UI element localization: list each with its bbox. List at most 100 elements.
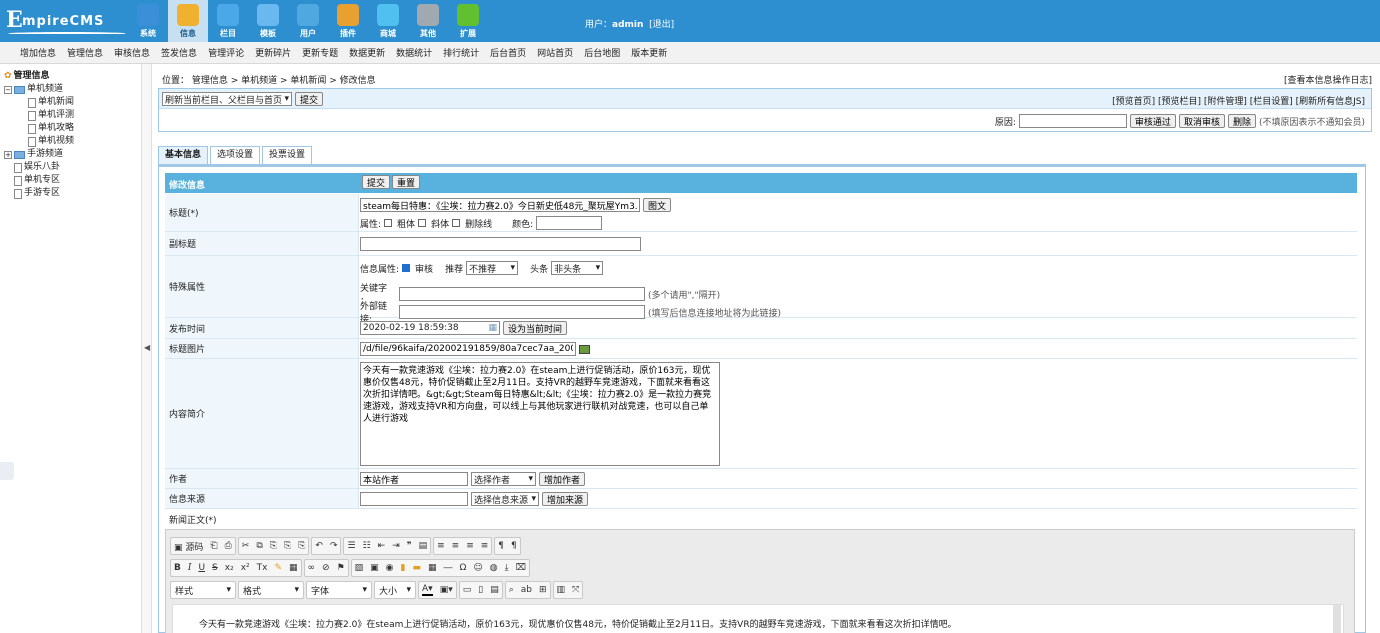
set-now-button[interactable]: 设为当前时间 bbox=[503, 321, 568, 335]
bold-icon[interactable]: B bbox=[174, 563, 181, 573]
author-select[interactable]: 选择作者 ▾ bbox=[471, 472, 536, 486]
anchor-flag-icon[interactable]: ⚑ bbox=[337, 563, 345, 573]
tree-item[interactable]: − 单机频道 bbox=[4, 83, 74, 96]
numbered-list-icon[interactable]: ☰ bbox=[347, 541, 355, 551]
sub-nav-item[interactable]: 网站首页 bbox=[537, 46, 573, 59]
tree-item[interactable]: 单机视频 bbox=[4, 135, 74, 148]
bullet-list-icon[interactable]: ☷ bbox=[363, 541, 371, 551]
sub-nav-item[interactable]: 更新碎片 bbox=[255, 46, 291, 59]
top-nav-item[interactable]: 系统 bbox=[128, 0, 168, 42]
table-icon[interactable]: ▦ bbox=[428, 563, 437, 573]
subtitle-input[interactable] bbox=[360, 237, 641, 251]
source-input[interactable] bbox=[360, 492, 468, 506]
rtl-icon[interactable]: ¶ bbox=[511, 541, 517, 551]
blank-page-icon[interactable]: ▯ bbox=[478, 585, 483, 595]
author-input[interactable] bbox=[360, 472, 468, 486]
cancel-audit-button[interactable]: 取消审核 bbox=[1178, 114, 1225, 128]
source-select[interactable]: 选择信息来源 ▾ bbox=[471, 492, 539, 506]
hr-icon[interactable]: ― bbox=[444, 563, 453, 573]
color-input[interactable] bbox=[536, 216, 603, 230]
blockquote-icon[interactable]: ❞ bbox=[407, 541, 412, 551]
bold-checkbox[interactable] bbox=[384, 219, 393, 227]
iframe-icon[interactable]: ◍ bbox=[490, 563, 498, 573]
flash-icon[interactable]: ▣ bbox=[370, 563, 379, 573]
italic-icon[interactable]: I bbox=[188, 563, 192, 573]
sub-nav-item[interactable]: 数据更新 bbox=[349, 46, 385, 59]
superscript-icon[interactable]: x² bbox=[241, 563, 250, 573]
top-nav-item[interactable]: 其他 bbox=[408, 0, 448, 42]
form-reset-button[interactable]: 重置 bbox=[392, 175, 421, 189]
extlink-input[interactable] bbox=[399, 305, 645, 319]
size-combo[interactable]: 大小 ▾ bbox=[374, 581, 416, 599]
align-justify-icon[interactable]: ≡ bbox=[481, 541, 489, 551]
form-submit-button[interactable]: 提交 bbox=[362, 175, 391, 189]
tree-item[interactable]: 单机攻略 bbox=[4, 122, 74, 135]
tree-item[interactable]: 单机评测 bbox=[4, 109, 74, 122]
editor-body[interactable]: 今天有一款竞速游戏《尘埃：拉力赛2.0》在steam上进行促销活动，原价163元… bbox=[172, 604, 1344, 633]
outdent-icon[interactable]: ⇤ bbox=[378, 541, 386, 551]
tree-root[interactable]: ✿ 管理信息 bbox=[4, 70, 74, 83]
sub-nav-item[interactable]: 版本更新 bbox=[631, 46, 667, 59]
media-icon[interactable]: ◉ bbox=[386, 563, 394, 573]
sub-nav-item[interactable]: 排行统计 bbox=[443, 46, 479, 59]
tab-item[interactable]: 基本信息 bbox=[158, 146, 209, 164]
tree-toggle-icon[interactable]: + bbox=[4, 150, 12, 159]
editor-body-text[interactable]: 今天有一款竞速游戏《尘埃：拉力赛2.0》在steam上进行促销活动，原价163元… bbox=[199, 617, 957, 630]
logout-link[interactable]: [退出] bbox=[649, 20, 674, 30]
font-combo[interactable]: 字体 ▾ bbox=[306, 581, 372, 599]
folder-icon[interactable]: ▬ bbox=[412, 563, 421, 573]
fullscreen-icon[interactable]: ⤧ bbox=[572, 585, 579, 595]
preview-icon[interactable]: ⎗ bbox=[210, 541, 217, 551]
top-nav-item[interactable]: 商城 bbox=[368, 0, 408, 42]
tree-item[interactable]: 手游专区 bbox=[4, 187, 74, 200]
style-combo[interactable]: 样式 ▾ bbox=[170, 581, 236, 599]
sub-nav-item[interactable]: 管理评论 bbox=[208, 46, 244, 59]
headline-select[interactable]: 非头条 ▾ bbox=[551, 261, 604, 275]
find-icon[interactable]: ⌕ bbox=[509, 585, 514, 595]
cut-icon[interactable]: ✂ bbox=[242, 541, 250, 551]
maximize-window-icon[interactable]: ▭ bbox=[463, 585, 472, 595]
format-combo[interactable]: 格式 ▾ bbox=[238, 581, 304, 599]
pubtime-input[interactable]: 2020-02-19 18:59:38 ▦ bbox=[360, 321, 500, 335]
top-nav-item[interactable]: 扩展 bbox=[448, 0, 488, 42]
refresh-submit-button[interactable]: 提交 bbox=[295, 92, 324, 106]
sub-nav-item[interactable]: 增加信息 bbox=[20, 46, 56, 59]
sub-nav-item[interactable]: 更新专题 bbox=[302, 46, 338, 59]
redo-icon[interactable]: ↷ bbox=[330, 541, 338, 551]
replace-icon[interactable]: ab bbox=[521, 585, 532, 595]
tab-item[interactable]: 投票设置 bbox=[262, 146, 313, 164]
sub-nav-item[interactable]: 签发信息 bbox=[161, 46, 197, 59]
show-blocks-toggle-icon[interactable]: ▥ bbox=[557, 585, 566, 595]
sub-nav-item[interactable]: 管理信息 bbox=[67, 46, 103, 59]
approve-button[interactable]: 审核通过 bbox=[1129, 114, 1176, 128]
add-author-button[interactable]: 增加作者 bbox=[539, 472, 586, 486]
pagebreak-icon[interactable]: ⤓ bbox=[505, 563, 509, 573]
text-color-icon[interactable]: A▾ bbox=[422, 584, 433, 596]
op-log-link[interactable]: [查看本信息操作日志] bbox=[1284, 73, 1372, 86]
template-icon[interactable]: ▦ bbox=[289, 563, 298, 573]
code-icon[interactable]: ⌧ bbox=[516, 563, 526, 573]
sub-nav-item[interactable]: 后台地图 bbox=[584, 46, 620, 59]
select-all-icon[interactable]: ▤ bbox=[490, 585, 499, 595]
tree-item[interactable]: 娱乐八卦 bbox=[4, 161, 74, 174]
undo-icon[interactable]: ↶ bbox=[315, 541, 323, 551]
sub-nav-item[interactable]: 后台首页 bbox=[490, 46, 526, 59]
strike-checkbox[interactable] bbox=[452, 219, 461, 227]
smiley-icon[interactable]: ☺ bbox=[473, 563, 482, 573]
titlepic-input[interactable] bbox=[360, 342, 576, 356]
sidebar-toggle-handle[interactable] bbox=[0, 462, 14, 480]
strike-icon[interactable]: S bbox=[212, 563, 218, 573]
top-nav-item[interactable]: 插件 bbox=[328, 0, 368, 42]
sidebar-splitter[interactable]: ◀ bbox=[142, 64, 152, 633]
remove-format-icon[interactable]: Tx bbox=[257, 563, 268, 573]
align-right-icon[interactable]: ≡ bbox=[466, 541, 474, 551]
top-links[interactable]: [预览首页] [预览栏目] [附件管理] [栏目设置] [刷新所有信息JS] bbox=[1112, 94, 1365, 107]
tab-item[interactable]: 选项设置 bbox=[210, 146, 261, 164]
summary-textarea[interactable]: 今天有一款竞速游戏《尘埃：拉力赛2.0》在steam上进行促销活动，原价163元… bbox=[360, 362, 720, 466]
editor-scrollbar[interactable] bbox=[1333, 605, 1341, 633]
link-icon[interactable]: ∞ bbox=[308, 563, 316, 573]
paste-word-icon[interactable]: ⎘ bbox=[298, 541, 305, 551]
special-char-icon[interactable]: Ω bbox=[460, 563, 467, 573]
paste-text-icon[interactable]: ⎘ bbox=[284, 541, 291, 551]
tree-item[interactable]: 单机新闻 bbox=[4, 96, 74, 109]
